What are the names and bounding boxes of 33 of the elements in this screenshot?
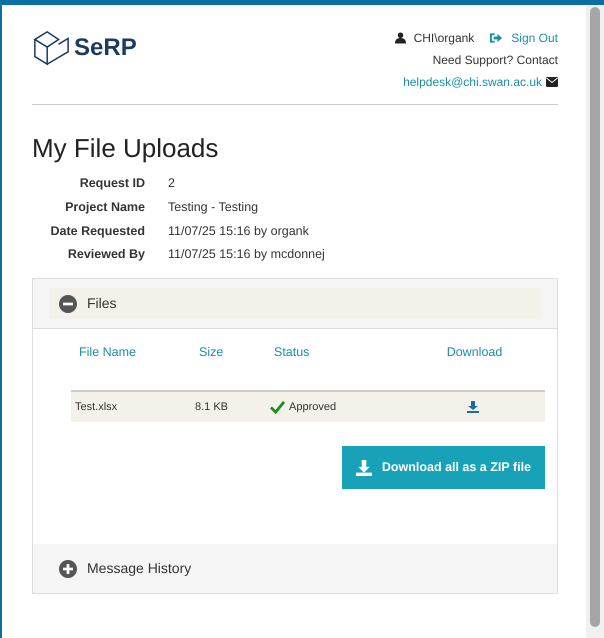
username: CHI\organk <box>414 30 474 47</box>
collapse-icon <box>59 294 77 313</box>
detail-value: 2 <box>168 175 176 192</box>
detail-label: Reviewed By <box>66 246 145 264</box>
panel-header[interactable]: Files <box>49 288 541 320</box>
column-header[interactable]: Size <box>199 343 274 362</box>
table-cell-text: 8.1 KB <box>195 400 230 415</box>
envelope-icon <box>546 77 558 87</box>
download-zip-button[interactable]: Download all as a ZIP file <box>342 446 545 490</box>
column-header[interactable]: Download <box>404 343 545 362</box>
support-text: Need Support? Contact <box>432 52 558 69</box>
sign-out-link[interactable]: Sign Out <box>490 29 558 47</box>
page-title: My File Uploads <box>32 133 220 164</box>
user-icon <box>394 32 406 44</box>
column-header[interactable]: File Name <box>79 343 199 362</box>
table-cell-text: Test.xlsx <box>75 400 118 415</box>
detail-label: Project Name <box>64 198 145 216</box>
check-icon <box>270 400 285 414</box>
sign-out-icon <box>490 32 504 44</box>
expand-icon <box>59 560 77 578</box>
detail-label: Request ID <box>78 175 145 192</box>
column-header[interactable]: Status <box>274 343 404 362</box>
download-icon <box>356 460 372 476</box>
detail-value: 11/07/25 15:16 by organk <box>168 222 310 240</box>
table-cell-text: Approved <box>289 400 336 415</box>
cube-icon <box>32 29 70 67</box>
logo: SeRP <box>32 29 137 67</box>
detail-value: Testing - Testing <box>168 198 260 216</box>
download-icon[interactable] <box>466 401 478 414</box>
detail-value: 11/07/25 15:16 by mcdonnej <box>168 246 326 264</box>
scrollbar-thumb[interactable] <box>590 7 600 627</box>
email-link[interactable]: helpdesk@chi.swan.ac.uk <box>403 73 542 91</box>
detail-label: Date Requested <box>50 222 145 240</box>
